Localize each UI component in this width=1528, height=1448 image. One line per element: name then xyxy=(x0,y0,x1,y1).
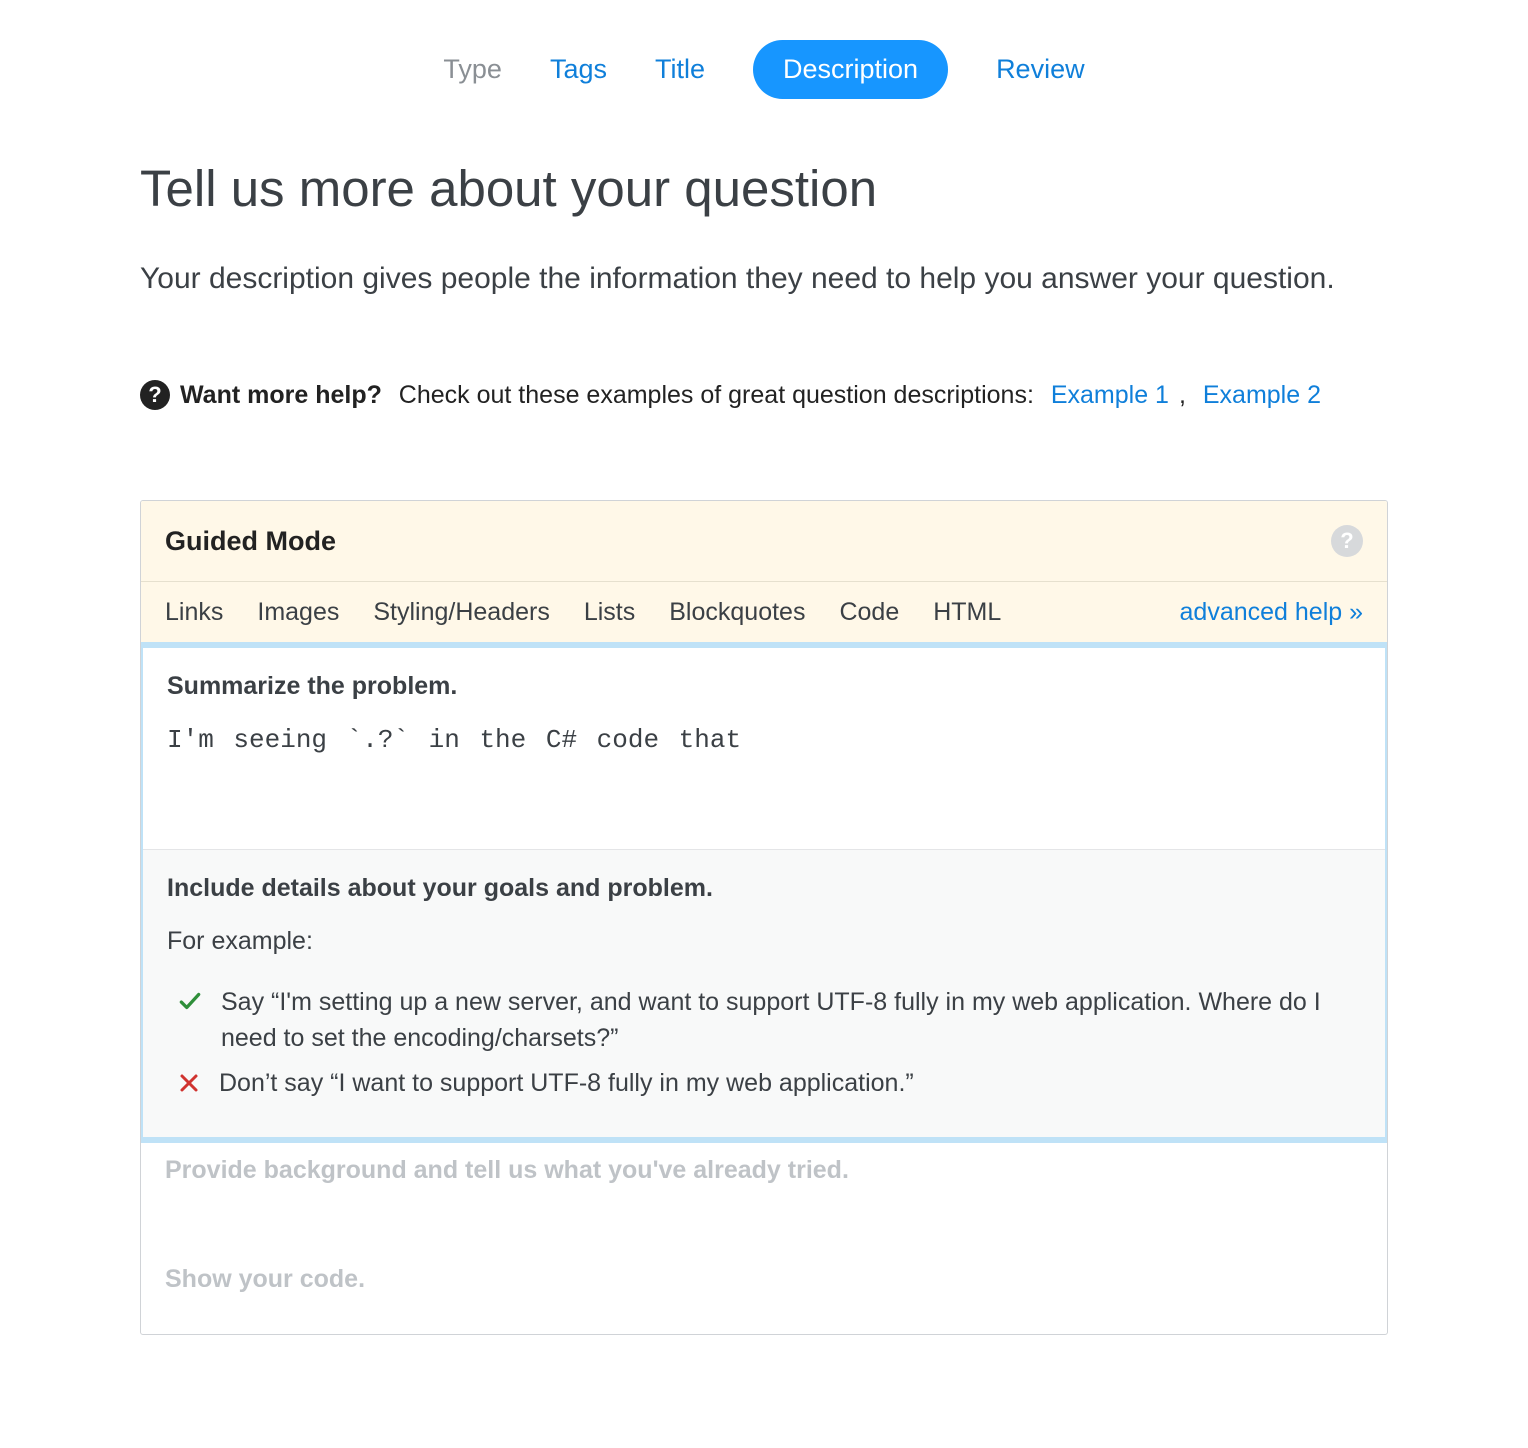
guided-header: Guided Mode ? xyxy=(141,501,1387,581)
help-line-strong: Want more help? xyxy=(180,381,382,410)
help-line-separator: , xyxy=(1179,381,1193,410)
toolbar-blockquotes[interactable]: Blockquotes xyxy=(669,598,805,627)
details-examples-list: Say “I'm setting up a new server, and wa… xyxy=(167,984,1361,1105)
summary-label: Summarize the problem. xyxy=(167,672,1361,701)
step-review[interactable]: Review xyxy=(996,54,1085,85)
step-nav: Type Tags Title Description Review xyxy=(140,0,1388,159)
editor-box: Guided Mode ? Links Images Styling/Heade… xyxy=(140,500,1388,1335)
details-for-example: For example: xyxy=(167,927,1361,956)
list-item: Don’t say “I want to support UTF-8 fully… xyxy=(167,1065,1361,1105)
step-type[interactable]: Type xyxy=(443,54,502,85)
step-description[interactable]: Description xyxy=(753,40,948,99)
example-2-link[interactable]: Example 2 xyxy=(1203,381,1321,410)
check-icon xyxy=(177,988,203,1024)
code-section[interactable]: Show your code. xyxy=(141,1265,1387,1334)
toolbar-lists[interactable]: Lists xyxy=(584,598,635,627)
help-icon: ? xyxy=(140,380,170,410)
help-line-text: Check out these examples of great questi… xyxy=(392,381,1041,410)
summary-input[interactable]: I'm seeing `.?` in the C# code that xyxy=(167,725,1361,825)
active-sections-highlight: Summarize the problem. I'm seeing `.?` i… xyxy=(140,642,1388,1143)
toolbar-images[interactable]: Images xyxy=(257,598,339,627)
guided-help-icon[interactable]: ? xyxy=(1331,525,1363,557)
list-item: Say “I'm setting up a new server, and wa… xyxy=(167,984,1361,1057)
details-good-text: Say “I'm setting up a new server, and wa… xyxy=(221,984,1361,1057)
example-1-link[interactable]: Example 1 xyxy=(1051,381,1169,410)
x-icon xyxy=(177,1069,201,1105)
code-placeholder: Show your code. xyxy=(165,1265,1363,1294)
toolbar-links[interactable]: Links xyxy=(165,598,223,627)
advanced-help-link[interactable]: advanced help » xyxy=(1180,598,1363,627)
help-line: ? Want more help? Check out these exampl… xyxy=(140,380,1388,410)
background-section[interactable]: Provide background and tell us what you'… xyxy=(141,1142,1387,1265)
toolbar-styling[interactable]: Styling/Headers xyxy=(373,598,549,627)
step-tags[interactable]: Tags xyxy=(550,54,607,85)
toolbar-code[interactable]: Code xyxy=(839,598,899,627)
step-title[interactable]: Title xyxy=(655,54,705,85)
toolbar-html[interactable]: HTML xyxy=(933,598,1001,627)
editor-toolbar: Links Images Styling/Headers Lists Block… xyxy=(141,581,1387,643)
details-bad-text: Don’t say “I want to support UTF-8 fully… xyxy=(219,1065,914,1101)
guided-mode-label: Guided Mode xyxy=(165,526,336,557)
summary-section: Summarize the problem. I'm seeing `.?` i… xyxy=(143,648,1385,849)
details-section: Include details about your goals and pro… xyxy=(143,849,1385,1137)
details-label: Include details about your goals and pro… xyxy=(167,874,1361,903)
page-subtitle: Your description gives people the inform… xyxy=(140,258,1388,300)
page-title: Tell us more about your question xyxy=(140,159,1388,218)
background-placeholder: Provide background and tell us what you'… xyxy=(165,1156,1363,1185)
